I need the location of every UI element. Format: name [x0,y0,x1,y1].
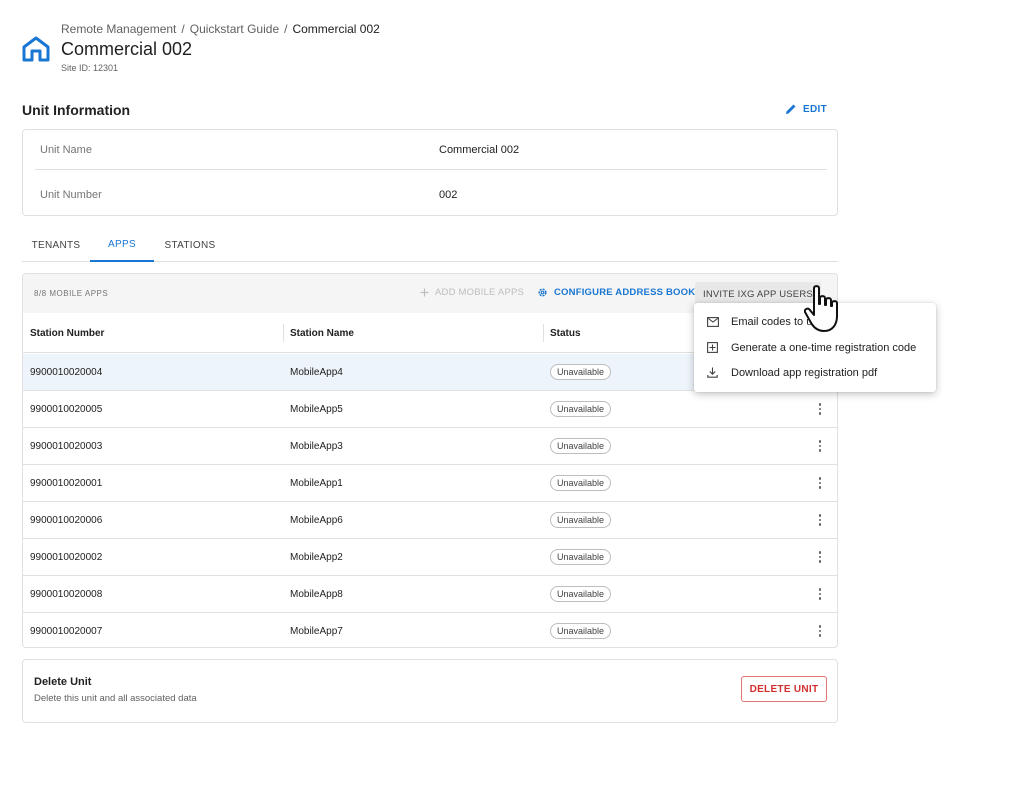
status-badge: Unavailable [550,401,612,417]
menu-item-download-pdf[interactable]: Download app registration pdf [694,360,936,385]
table-row[interactable]: 9900010020005 MobileApp5 Unavailable [23,391,837,428]
status-cell: Unavailable [550,354,612,390]
status-badge: Unavailable [550,623,612,639]
pencil-icon [786,104,796,114]
table-row[interactable]: 9900010020003 MobileApp3 Unavailable [23,428,837,465]
table-row[interactable]: 9900010020001 MobileApp1 Unavailable [23,465,837,502]
row-more-options-icon[interactable] [813,623,827,639]
unit-number-value: 002 [439,189,458,201]
station-number-cell: 9900010020005 [30,403,103,415]
column-divider [543,324,544,342]
station-name-cell: MobileApp8 [290,588,343,600]
plus-box-icon [706,341,719,354]
status-cell: Unavailable [550,465,612,501]
breadcrumb-item-remote-management[interactable]: Remote Management [61,22,176,36]
breadcrumb-separator: / [284,22,288,36]
station-name-cell: MobileApp5 [290,403,343,415]
tab-tenants[interactable]: TENANTS [22,228,90,262]
row-more-options-icon[interactable] [813,586,827,602]
mobile-apps-count: 8/8 MOBILE APPS [34,289,109,298]
menu-item-generate-code[interactable]: Generate a one-time registration code [694,335,936,360]
station-name-cell: MobileApp1 [290,477,343,489]
unit-name-value: Commercial 002 [439,143,520,156]
breadcrumb-item-quickstart-guide[interactable]: Quickstart Guide [190,22,279,36]
delete-unit-card: Delete Unit Delete this unit and all ass… [22,659,838,723]
page-header: Remote Management / Quickstart Guide / Comme… [22,20,622,80]
unit-number-label: Unit Number [40,189,102,201]
delete-unit-title: Delete Unit [34,676,92,688]
configure-address-book-button[interactable]: CONFIGURE ADDRESS BOOK [537,287,695,298]
edit-button-label: EDIT [803,103,827,115]
home-icon [22,36,50,62]
row-more-options-icon[interactable] [813,475,827,491]
status-cell: Unavailable [550,576,612,612]
add-mobile-apps-button[interactable]: ADD MOBILE APPS [420,287,524,298]
hand-pointer-cursor-icon [804,285,838,332]
station-number-cell: 9900010020002 [30,551,103,563]
breadcrumb-item-current: Commercial 002 [292,22,380,36]
status-cell: Unavailable [550,428,612,464]
menu-item-label: Download app registration pdf [731,366,878,379]
status-badge: Unavailable [550,549,612,565]
column-header-station-number[interactable]: Station Number [30,313,104,353]
delete-unit-description: Delete this unit and all associated data [34,693,197,704]
table-row[interactable]: 9900010020002 MobileApp2 Unavailable [23,539,837,576]
row-more-options-icon[interactable] [813,512,827,528]
status-cell: Unavailable [550,391,612,427]
status-badge: Unavailable [550,364,612,380]
delete-unit-button[interactable]: DELETE UNIT [741,676,827,702]
site-id: Site ID: 12301 [61,63,119,73]
plus-icon [420,288,429,297]
row-more-options-icon[interactable] [813,401,827,417]
page-title: Commercial 002 [61,39,193,59]
table-row[interactable]: 9900010020006 MobileApp6 Unavailable [23,502,837,539]
unit-name-label: Unit Name [40,143,92,156]
tab-stations[interactable]: STATIONS [154,228,226,262]
station-name-cell: MobileApp6 [290,514,343,526]
station-name-cell: MobileApp3 [290,440,343,452]
table-row[interactable]: 9900010020008 MobileApp8 Unavailable [23,576,837,613]
row-more-options-icon[interactable] [813,549,827,565]
unit-information-title: Unit Information [22,102,131,118]
station-name-cell: MobileApp4 [290,366,343,378]
row-more-options-icon[interactable] [813,438,827,454]
station-name-cell: MobileApp7 [290,625,343,637]
breadcrumb-separator: / [181,22,185,36]
tab-apps[interactable]: APPS [90,228,154,262]
gear-icon [538,288,547,297]
status-cell: Unavailable [550,502,612,538]
station-number-cell: 9900010020003 [30,440,103,452]
info-row-unit-number: Unit Number 002 [35,175,827,215]
edit-button[interactable]: EDIT [785,103,827,115]
station-name-cell: MobileApp2 [290,551,343,563]
info-row-unit-name: Unit Name Commercial 002 [35,130,827,170]
status-badge: Unavailable [550,475,612,491]
mail-icon [706,315,719,328]
status-cell: Unavailable [550,539,612,575]
column-divider [283,324,284,342]
status-cell: Unavailable [550,613,612,647]
unit-tabs: TENANTS APPS STATIONS [22,228,838,262]
status-badge: Unavailable [550,586,612,602]
station-number-cell: 9900010020004 [30,366,103,378]
station-number-cell: 9900010020001 [30,477,103,489]
station-number-cell: 9900010020006 [30,514,103,526]
download-icon [706,366,719,379]
table-row[interactable]: 9900010020007 MobileApp7 Unavailable [23,613,837,647]
station-number-cell: 9900010020008 [30,588,103,600]
status-badge: Unavailable [550,438,612,454]
status-badge: Unavailable [550,512,612,528]
add-mobile-apps-label: ADD MOBILE APPS [435,287,525,298]
menu-item-label: Generate a one-time registration code [731,341,917,354]
configure-address-book-label: CONFIGURE ADDRESS BOOK [554,287,696,298]
breadcrumb: Remote Management / Quickstart Guide / Comme… [61,22,380,36]
station-number-cell: 9900010020007 [30,625,103,637]
unit-info-card: Unit Name Commercial 002 Unit Number 002 [22,129,838,216]
column-header-station-name[interactable]: Station Name [290,313,354,353]
column-header-status[interactable]: Status [550,313,581,353]
